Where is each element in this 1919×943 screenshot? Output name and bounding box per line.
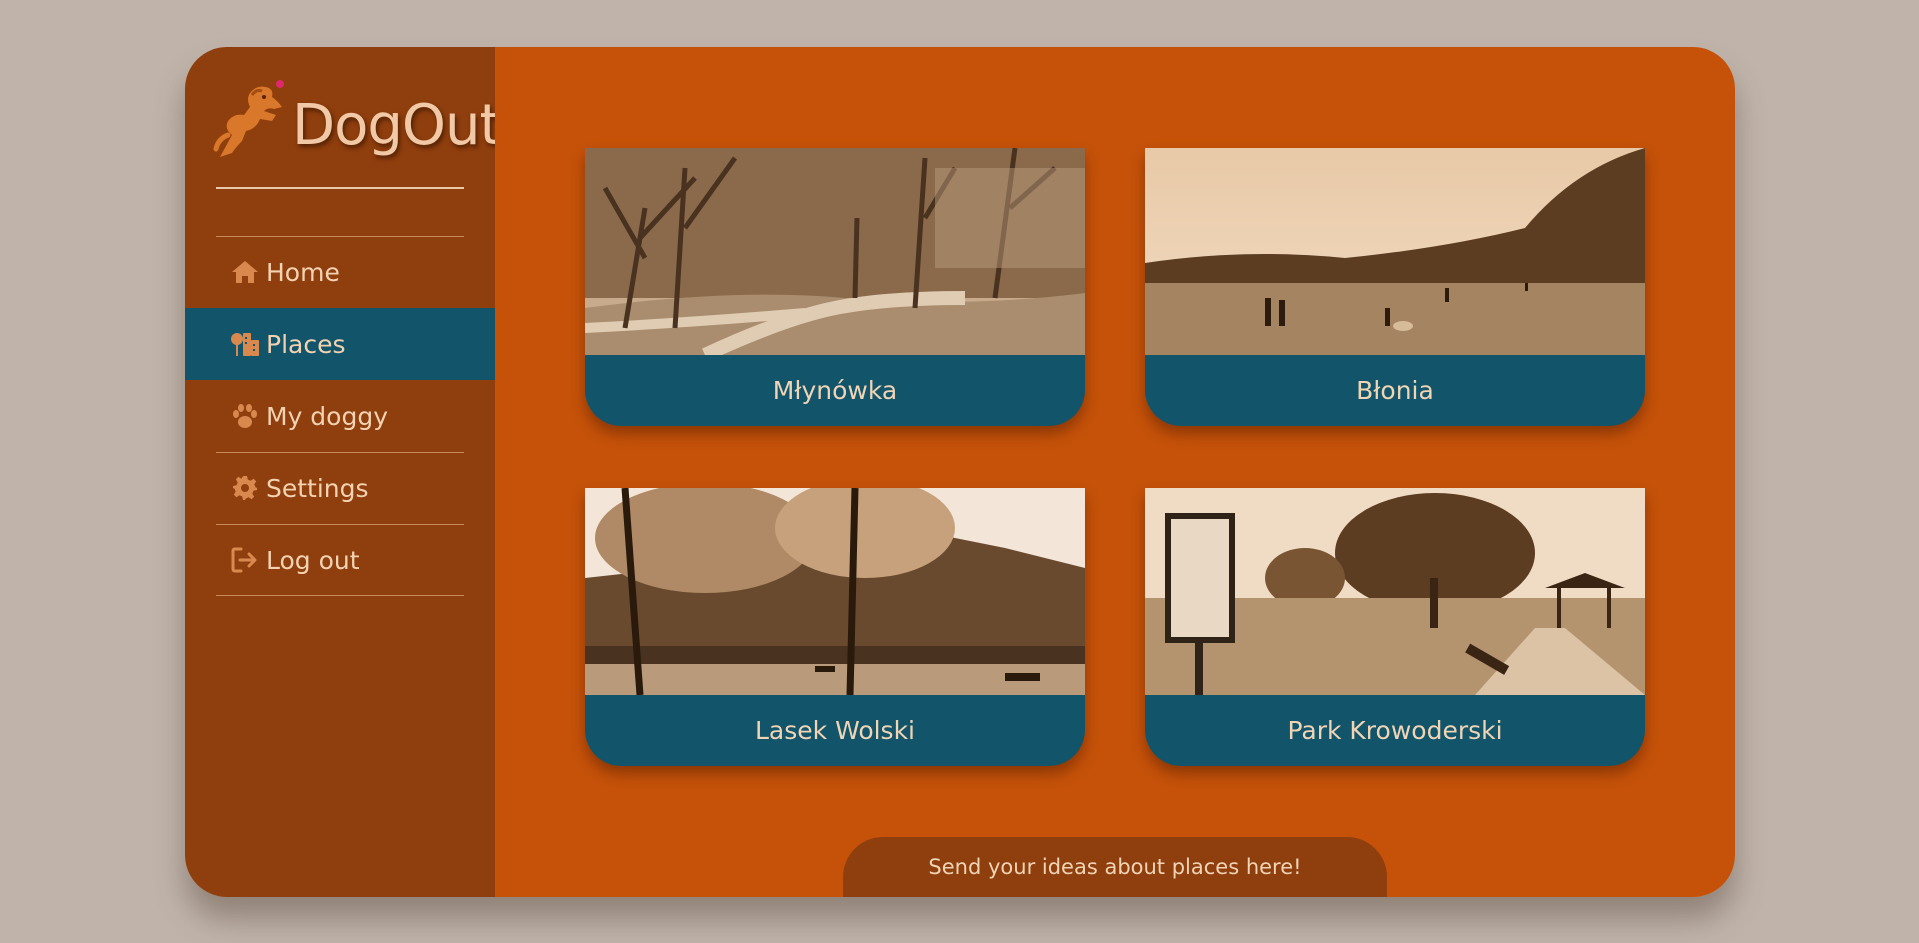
sidebar-item-settings[interactable]: Settings: [185, 452, 495, 524]
places-content: Młynówka Błonia Lasek Wolski Park Krowod…: [495, 47, 1735, 897]
dog-logo-icon: [213, 80, 284, 157]
home-icon: [230, 257, 260, 287]
sidebar-nav: Home Places My doggy Settings Log out: [185, 236, 495, 596]
place-card-blonia[interactable]: Błonia: [1145, 148, 1645, 426]
place-photo: [585, 148, 1085, 355]
paw-icon: [230, 401, 260, 431]
places-icon: [230, 329, 260, 359]
place-photo: [1145, 148, 1645, 355]
place-name: Błonia: [1356, 376, 1434, 405]
sidebar-item-places[interactable]: Places: [185, 308, 495, 380]
logo-divider: [216, 187, 464, 189]
sidebar-item-home[interactable]: Home: [185, 236, 495, 308]
sidebar-item-label: Places: [266, 329, 346, 359]
logout-icon: [230, 545, 260, 575]
place-card-lasek-wolski[interactable]: Lasek Wolski: [585, 488, 1085, 766]
sidebar: DogOut Home Places My doggy Settings Log…: [185, 47, 501, 897]
sidebar-item-label: Home: [266, 257, 340, 287]
place-name: Park Krowoderski: [1287, 716, 1503, 745]
sidebar-item-label: Log out: [266, 545, 360, 575]
place-photo: [1145, 488, 1645, 695]
sidebar-item-label: Settings: [266, 473, 369, 503]
gear-icon: [230, 473, 260, 503]
logo[interactable]: DogOut: [210, 77, 501, 165]
place-card-mlynowka[interactable]: Młynówka: [585, 148, 1085, 426]
place-name: Lasek Wolski: [754, 716, 916, 745]
sidebar-item-label: My doggy: [266, 401, 389, 431]
sidebar-item-log-out[interactable]: Log out: [185, 524, 495, 596]
sidebar-item-my-doggy[interactable]: My doggy: [185, 380, 495, 452]
app-window: DogOut Home Places My doggy Settings Log…: [185, 47, 1735, 897]
place-card-park-krowoderski[interactable]: Park Krowoderski: [1145, 488, 1645, 766]
place-photo: [585, 488, 1085, 695]
app-name: DogOut: [292, 92, 501, 158]
place-name: Młynówka: [772, 376, 898, 405]
send-ideas-button[interactable]: Send your ideas about places here!: [843, 837, 1387, 897]
